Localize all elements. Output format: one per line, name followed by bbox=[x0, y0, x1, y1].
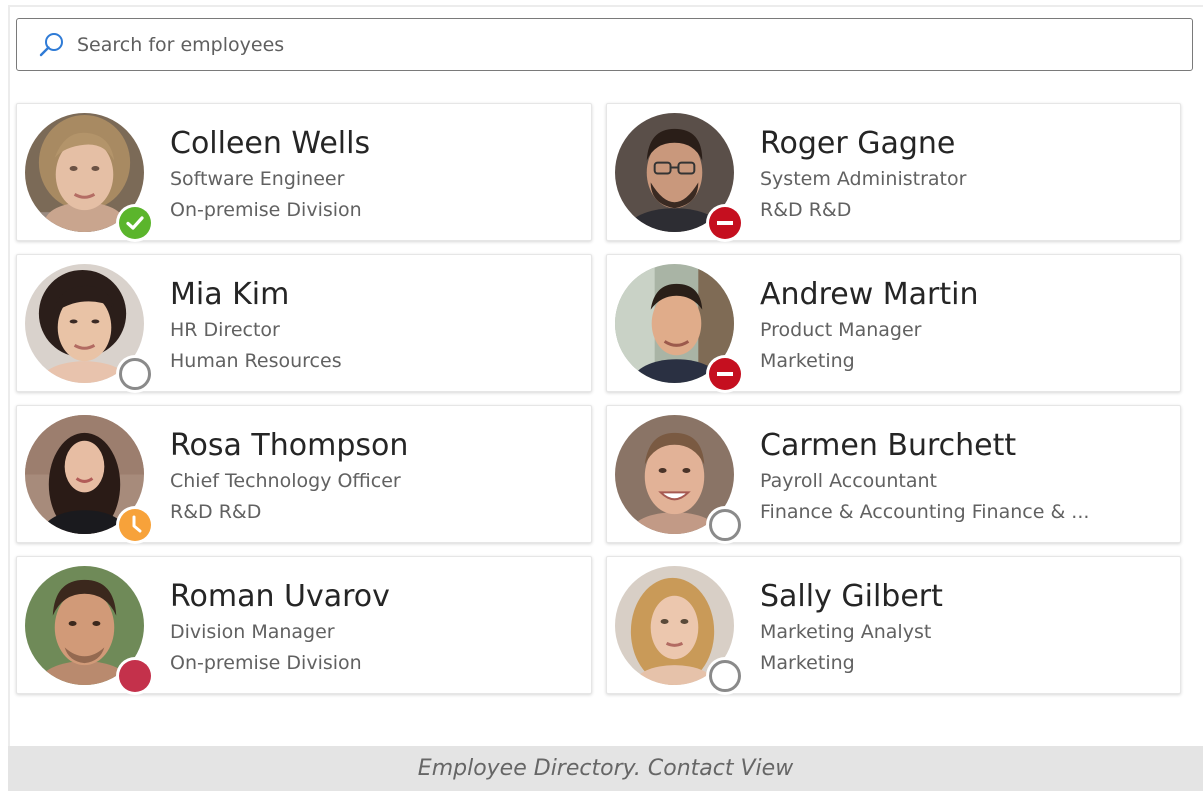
search-box[interactable] bbox=[16, 18, 1193, 71]
employee-name: Roger Gagne bbox=[760, 126, 956, 161]
status-offline-icon bbox=[116, 355, 154, 393]
employee-card-rosa-thompson[interactable]: Rosa Thompson Chief Technology Officer R… bbox=[16, 405, 592, 544]
status-offline-icon bbox=[706, 657, 744, 695]
employee-title: Division Manager bbox=[170, 621, 335, 643]
employee-title: Software Engineer bbox=[170, 168, 345, 190]
status-busy-icon bbox=[706, 355, 744, 393]
avatar bbox=[25, 566, 154, 695]
employee-title: Product Manager bbox=[760, 319, 922, 341]
employee-card-sally-gilbert[interactable]: Sally Gilbert Marketing Analyst Marketin… bbox=[606, 556, 1181, 695]
status-do-not-disturb-icon bbox=[116, 657, 154, 695]
employee-title: Payroll Accountant bbox=[760, 470, 937, 492]
employee-title: Chief Technology Officer bbox=[170, 470, 401, 492]
employee-department: On-premise Division bbox=[170, 652, 362, 674]
employee-department: On-premise Division bbox=[170, 199, 362, 221]
employee-department: R&D R&D bbox=[170, 501, 262, 523]
avatar bbox=[615, 415, 744, 544]
figure-caption: Employee Directory. Contact View bbox=[8, 746, 1203, 791]
avatar bbox=[25, 264, 154, 393]
status-available-icon bbox=[116, 204, 154, 242]
search-icon bbox=[37, 30, 67, 60]
employee-title: System Administrator bbox=[760, 168, 967, 190]
avatar bbox=[615, 264, 744, 393]
avatar bbox=[615, 113, 744, 242]
employee-card-roger-gagne[interactable]: Roger Gagne System Administrator R&D R&D bbox=[606, 103, 1181, 242]
employee-department: Marketing bbox=[760, 350, 855, 372]
employee-grid: Colleen Wells Software Engineer On-premi… bbox=[16, 103, 1181, 695]
employee-department: Finance & Accounting Finance & ... bbox=[760, 501, 1090, 523]
employee-card-carmen-burchett[interactable]: Carmen Burchett Payroll Accountant Finan… bbox=[606, 405, 1181, 544]
employee-card-colleen-wells[interactable]: Colleen Wells Software Engineer On-premi… bbox=[16, 103, 592, 242]
employee-card-mia-kim[interactable]: Mia Kim HR Director Human Resources bbox=[16, 254, 592, 393]
employee-name: Sally Gilbert bbox=[760, 579, 943, 614]
employee-name: Rosa Thompson bbox=[170, 428, 409, 463]
employee-department: R&D R&D bbox=[760, 199, 852, 221]
employee-department: Marketing bbox=[760, 652, 855, 674]
employee-name: Carmen Burchett bbox=[760, 428, 1017, 463]
search-input[interactable] bbox=[77, 33, 1192, 56]
employee-card-roman-uvarov[interactable]: Roman Uvarov Division Manager On-premise… bbox=[16, 556, 592, 695]
employee-name: Roman Uvarov bbox=[170, 579, 390, 614]
employee-department: Human Resources bbox=[170, 350, 342, 372]
employee-name: Andrew Martin bbox=[760, 277, 979, 312]
status-away-icon bbox=[116, 506, 154, 544]
avatar bbox=[25, 113, 154, 242]
employee-title: Marketing Analyst bbox=[760, 621, 932, 643]
employee-name: Colleen Wells bbox=[170, 126, 371, 161]
employee-title: HR Director bbox=[170, 319, 280, 341]
avatar bbox=[615, 566, 744, 695]
employee-name: Mia Kim bbox=[170, 277, 290, 312]
avatar bbox=[25, 415, 154, 544]
status-offline-icon bbox=[706, 506, 744, 544]
status-busy-icon bbox=[706, 204, 744, 242]
employee-card-andrew-martin[interactable]: Andrew Martin Product Manager Marketing bbox=[606, 254, 1181, 393]
